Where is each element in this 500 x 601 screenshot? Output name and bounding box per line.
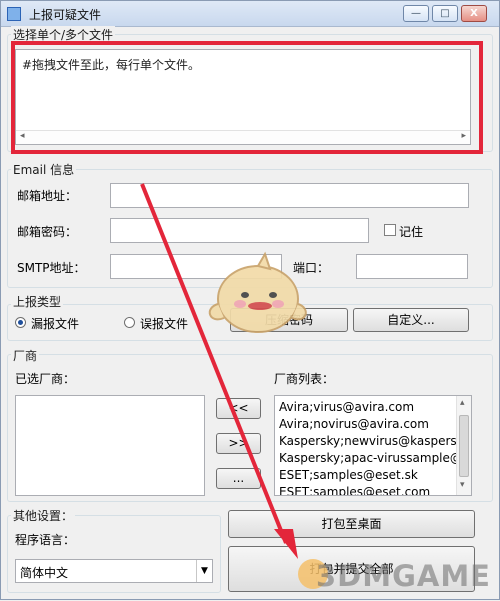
remove-vendor-button[interactable]: >> [216,433,261,454]
vendor-list-label: 厂商列表： [274,372,335,386]
missed-file-radio[interactable] [15,317,26,328]
app-icon [7,7,21,21]
missed-file-label: 漏报文件 [31,317,80,331]
title-bar: 上报可疑文件 — □ X [1,1,499,27]
scrollbar-thumb[interactable] [459,415,469,477]
language-value: 简体中文 [20,566,69,580]
vendor-list[interactable]: Avira;virus@avira.com Avira;novirus@avir… [274,395,472,496]
mailbox-label: 邮箱地址： [17,189,78,203]
email-legend: Email 信息 [11,161,77,178]
close-button[interactable]: X [461,5,487,22]
false-positive-radio[interactable] [124,317,135,328]
custom-button[interactable]: 自定义... [353,308,469,332]
mascot-watermark-logo [208,251,307,333]
vendor-list-item[interactable]: Avira;novirus@avira.com [279,417,429,431]
vendor-list-item[interactable]: Avira;virus@avira.com [279,400,414,414]
language-select[interactable]: 简体中文 ▼ [15,559,213,583]
vendor-list-item[interactable]: Kaspersky;apac-virussample@ [279,451,462,465]
password-label: 邮箱密码： [17,225,78,239]
language-label: 程序语言： [15,533,76,547]
pack-to-desktop-button[interactable]: 打包至桌面 [228,510,475,538]
scroll-up-icon[interactable]: ▴ [460,398,465,408]
remember-label: 记住 [399,225,424,239]
vendor-list-item[interactable]: ESET;samples@eset.sk [279,468,418,482]
add-vendor-button[interactable]: << [216,398,261,419]
watermark-text: 3DMGAME [315,559,491,593]
other-settings-legend: 其他设置： [11,507,76,524]
app-window: 上报可疑文件 — □ X 选择单个/多个文件 #拖拽文件至此，每行单个文件。 ◂… [0,0,500,600]
vertical-scrollbar[interactable]: ▴ ▾ [456,396,471,495]
annotation-highlight-box [11,41,483,154]
report-type-legend: 上报类型 [11,293,64,310]
more-vendor-button[interactable]: ... [216,468,261,489]
scroll-down-icon[interactable]: ▾ [460,480,465,490]
false-positive-label: 误报文件 [140,317,189,331]
window-title: 上报可疑文件 [29,8,102,22]
smtp-label: SMTP地址： [17,261,86,275]
maximize-button[interactable]: □ [432,5,458,22]
selected-vendors-label: 已选厂商： [15,372,76,386]
vendor-list-item[interactable]: ESET;samples@eset.com [279,485,430,495]
chevron-down-icon: ▼ [196,560,212,582]
port-input[interactable] [356,254,468,279]
mailbox-input[interactable] [110,183,469,208]
selected-vendors-list[interactable] [15,395,205,496]
remember-checkbox[interactable] [384,224,396,236]
password-input[interactable] [110,218,369,243]
vendor-list-item[interactable]: Kaspersky;newvirus@kaspersk [279,434,464,448]
vendors-legend: 厂商 [11,347,40,364]
minimize-button[interactable]: — [403,5,429,22]
